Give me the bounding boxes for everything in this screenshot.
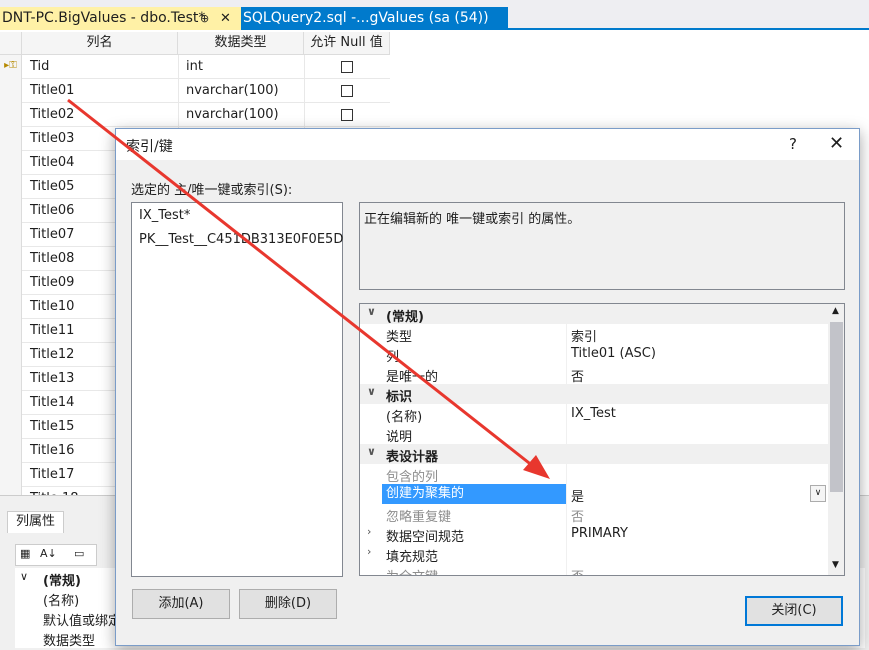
- arrow-line: [67, 98, 539, 472]
- arrow-head: [523, 455, 550, 479]
- annotation-arrow: [67, 98, 550, 479]
